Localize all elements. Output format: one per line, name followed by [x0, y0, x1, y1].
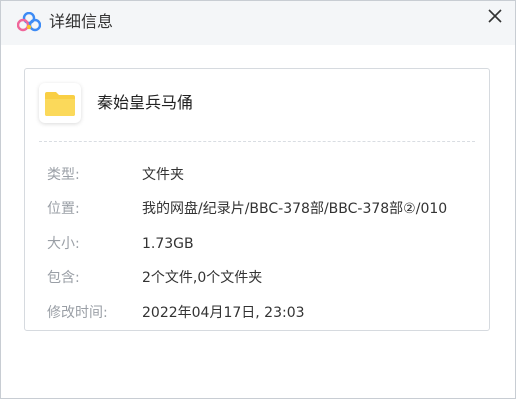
- size-label: 大小:: [47, 236, 80, 252]
- close-icon: [488, 9, 502, 23]
- divider: [39, 141, 475, 142]
- dialog-title: 详细信息: [49, 12, 114, 31]
- details-dialog: 详细信息 秦始皇兵马俑 类型: 文件夹 位置: 我的网盘/纪录片/BBC-378…: [0, 0, 516, 399]
- detail-row-size: 大小: 1.73GB: [25, 233, 489, 255]
- contains-label: 包含:: [47, 270, 80, 286]
- location-value: 我的网盘/纪录片/BBC-378部/BBC-378部②/010: [142, 201, 448, 217]
- detail-row-modified: 修改时间: 2022年04月17日, 23:03: [25, 302, 489, 324]
- close-button[interactable]: [479, 3, 511, 31]
- size-value: 1.73GB: [142, 236, 194, 252]
- detail-row-location: 位置: 我的网盘/纪录片/BBC-378部/BBC-378部②/010: [25, 198, 489, 220]
- modified-value: 2022年04月17日, 23:03: [142, 305, 305, 321]
- detail-row-contains: 包含: 2个文件,0个文件夹: [25, 267, 489, 289]
- folder-icon: [39, 83, 81, 123]
- modified-label: 修改时间:: [47, 305, 108, 321]
- cloud-logo-icon: [16, 11, 42, 32]
- location-label: 位置:: [47, 201, 80, 217]
- contains-value: 2个文件,0个文件夹: [142, 270, 263, 286]
- type-value: 文件夹: [142, 167, 184, 183]
- detail-row-type: 类型: 文件夹: [25, 164, 489, 186]
- type-label: 类型:: [47, 167, 80, 183]
- details-card: 秦始皇兵马俑 类型: 文件夹 位置: 我的网盘/纪录片/BBC-378部/BBC…: [24, 68, 490, 331]
- title-bar: 详细信息: [1, 1, 515, 45]
- folder-name: 秦始皇兵马俑: [97, 93, 194, 112]
